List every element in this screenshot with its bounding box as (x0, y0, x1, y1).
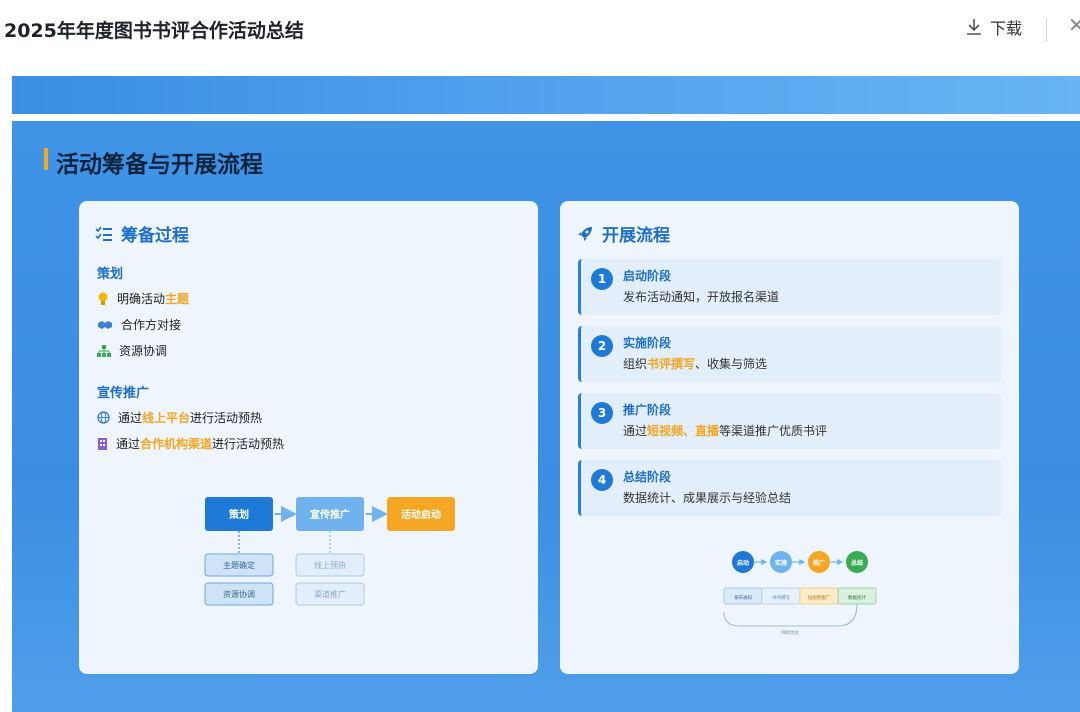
step-card: 2 实施阶段 组织书评撰写、收集与筛选 (578, 326, 1001, 382)
step-card: 3 推广阶段 通过短视频、直播等渠道推广优质书评 (578, 393, 1001, 449)
mini-sub-label: 发布通知 (734, 594, 752, 601)
globe-icon (97, 411, 110, 424)
mini-flow-loop (723, 603, 858, 627)
mini-sub-label: 短视频推广 (808, 594, 831, 601)
item-text: 通过 (116, 437, 141, 451)
step-desc-text: 发布活动通知，开放报名渠道 (623, 290, 780, 304)
flow-sub-resource-label: 资源协调 (223, 589, 255, 599)
building-icon (98, 438, 107, 450)
close-icon[interactable]: ✕ (1068, 13, 1080, 37)
step-card: 1 启动阶段 发布活动通知，开放报名渠道 (578, 259, 1001, 315)
slide: 活动筹备与开展流程 筹备过程 策划 明确活动主题 合作方对接 资源协调 宣传推广… (12, 121, 1080, 712)
prep-heading-text: 筹备过程 (121, 226, 189, 246)
step-title: 实施阶段 (623, 336, 672, 350)
process-panel: 开展流程 1 启动阶段 发布活动通知，开放报名渠道 2 实施阶段 组织书评撰写、… (560, 201, 1019, 674)
step-desc: 数据统计、成果展示与经验总结 (623, 489, 791, 506)
step-number: 2 (591, 335, 613, 357)
step-number: 4 (591, 469, 613, 491)
top-bar: 2025年年度图书书评合作活动总结 下载 ✕ (0, 0, 1080, 60)
flow-node-plan-label: 策划 (229, 508, 249, 521)
step-desc: 通过短视频、直播等渠道推广优质书评 (623, 422, 827, 439)
mini-node-summary-label: 总结 (851, 559, 863, 567)
step-title: 启动阶段 (623, 269, 672, 283)
item-text-after: 进行活动预热 (190, 411, 263, 425)
step-desc-highlight: 短视频、直播 (647, 424, 720, 438)
item-highlight: 主题 (165, 292, 190, 306)
plan-item-theme: 明确活动主题 (97, 290, 189, 307)
previous-slide-strip (12, 76, 1080, 114)
flow-node-launch-label: 活动启动 (401, 508, 441, 521)
mini-node-start-label: 启动 (737, 559, 749, 567)
prep-heading: 筹备过程 (95, 221, 189, 246)
mini-flow-loop-label: 持续优化 (781, 629, 799, 636)
item-text: 明确活动 (117, 292, 166, 306)
item-highlight: 合作机构渠道 (140, 437, 213, 451)
item-highlight: 线上平台 (142, 411, 191, 425)
flow-node-promo-label: 宣传推广 (310, 508, 350, 521)
item-text-after: 进行活动预热 (212, 437, 285, 451)
promo-subheading: 宣传推广 (97, 386, 150, 401)
item-text: 通过 (118, 411, 143, 425)
promo-item-partner-channel: 通过合作机构渠道进行活动预热 (97, 435, 284, 452)
process-heading-text: 开展流程 (602, 226, 670, 246)
step-card: 4 总结阶段 数据统计、成果展示与经验总结 (578, 460, 1001, 516)
item-text: 资源协调 (119, 344, 168, 358)
step-desc: 发布活动通知，开放报名渠道 (623, 288, 779, 305)
step-number: 1 (591, 268, 613, 290)
step-desc-highlight: 书评撰写 (647, 357, 696, 371)
mini-node-promote-label: 推广 (813, 559, 825, 567)
promo-item-online: 通过线上平台进行活动预热 (97, 409, 262, 426)
download-button[interactable]: 下载 (964, 15, 1022, 39)
flow-sub-theme-label: 主题确定 (223, 560, 255, 570)
step-title: 推广阶段 (623, 403, 672, 417)
slide-title: 活动筹备与开展流程 (44, 145, 263, 179)
step-number: 3 (591, 402, 613, 424)
divider (1046, 18, 1047, 42)
step-title: 总结阶段 (623, 470, 672, 484)
sitemap-icon (97, 344, 111, 357)
checklist-icon (95, 226, 112, 241)
item-text: 合作方对接 (121, 318, 182, 332)
step-desc-text: 数据统计、成果展示与经验总结 (623, 491, 792, 505)
handshake-icon (98, 320, 112, 329)
prep-flow-diagram: 策划 宣传推广 活动启动 主题确定 资源协调 线上预热 渠道推广 (204, 497, 455, 606)
prep-panel: 筹备过程 策划 明确活动主题 合作方对接 资源协调 宣传推广 通过线上平台进行活… (79, 201, 538, 674)
step-desc-after: 等渠道推广优质书评 (719, 424, 828, 438)
process-heading: 开展流程 (576, 221, 670, 246)
lightbulb-icon (98, 292, 108, 305)
mini-sub-label: 数据统计 (848, 594, 866, 601)
plan-item-partner: 合作方对接 (97, 316, 181, 333)
download-label: 下载 (990, 19, 1023, 38)
mini-sub-label: 书评撰写 (772, 594, 790, 601)
document-title: 2025年年度图书书评合作活动总结 (4, 20, 304, 42)
download-icon (967, 19, 981, 35)
process-mini-flow: 启动 实施 推广 总结 发布通知 书评撰写 短视频推广 数据统计 持续优化 (723, 551, 877, 636)
flow-sub-channel-label: 渠道推广 (314, 589, 346, 599)
plan-subheading: 策划 (97, 267, 124, 282)
flow-sub-online-label: 线上预热 (314, 560, 346, 570)
step-desc-after: 、收集与筛选 (695, 357, 768, 371)
step-desc-text: 通过 (623, 424, 648, 438)
plan-item-resource: 资源协调 (97, 342, 167, 359)
rocket-icon (578, 226, 592, 241)
step-desc: 组织书评撰写、收集与筛选 (623, 355, 767, 372)
step-desc-text: 组织 (623, 357, 648, 371)
mini-node-implement-label: 实施 (775, 559, 787, 567)
